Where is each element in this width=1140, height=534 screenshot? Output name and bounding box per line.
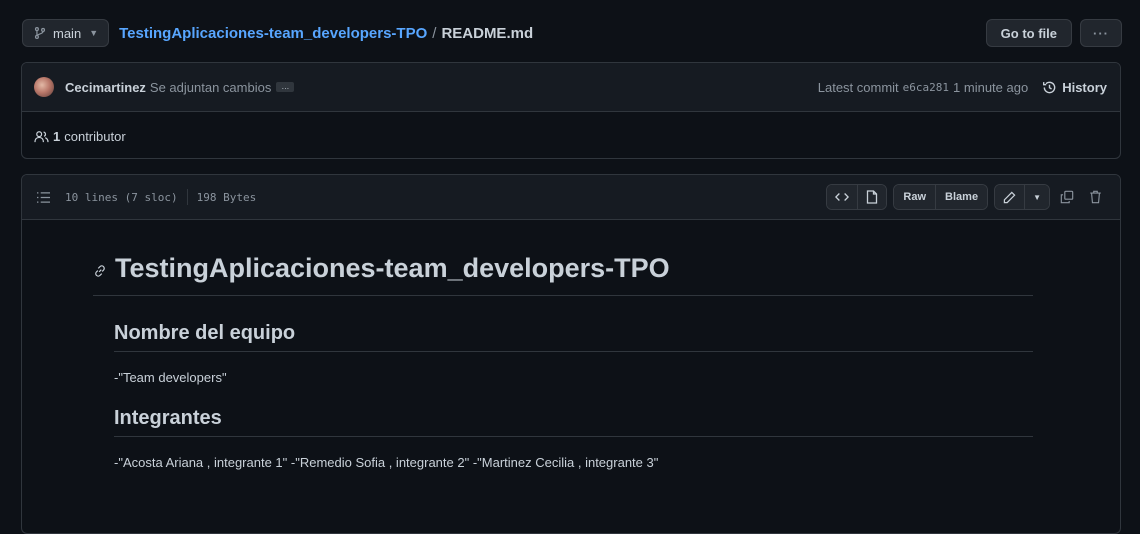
history-icon — [1043, 81, 1056, 93]
history-label: History — [1062, 79, 1107, 95]
expand-commit-message-button[interactable]: … — [276, 82, 295, 92]
chevron-down-icon: ▼ — [89, 28, 99, 38]
view-toggle-group — [826, 184, 888, 210]
breadcrumb: TestingAplicaciones-team_developers-TPO … — [119, 25, 533, 42]
chevron-down-icon: ▼ — [1033, 192, 1041, 202]
file-size: 198 Bytes — [196, 190, 257, 204]
section-text-team-name: -"Team developers" — [114, 370, 227, 385]
copy-button[interactable] — [1056, 185, 1078, 209]
commit-author-link[interactable]: Cecimartinez — [65, 80, 146, 95]
latest-commit-label: Latest commit — [817, 79, 899, 95]
commit-row: Cecimartinez Se adjuntan cambios … Lates… — [22, 63, 1120, 112]
divider — [186, 189, 188, 205]
pencil-icon — [1003, 191, 1016, 203]
section-text-members: -"Acosta Ariana , integrante 1" -"Remedi… — [114, 455, 659, 470]
branch-name: main — [53, 25, 82, 41]
code-view-button[interactable] — [827, 185, 858, 209]
edit-button[interactable] — [995, 185, 1025, 209]
file-actions: Raw Blame ▼ — [826, 184, 1106, 210]
raw-button[interactable]: Raw — [894, 185, 936, 209]
commit-time: 1 minute ago — [953, 79, 1029, 95]
edit-dropdown-button[interactable]: ▼ — [1024, 185, 1049, 209]
blame-button[interactable]: Blame — [935, 185, 988, 209]
raw-blame-group: Raw Blame — [893, 184, 989, 210]
list-outline-icon[interactable] — [36, 191, 51, 204]
trash-icon — [1089, 190, 1101, 204]
file-icon — [867, 190, 878, 204]
latest-commit-box: Cecimartinez Se adjuntan cambios … Lates… — [21, 62, 1121, 159]
edit-group: ▼ — [994, 184, 1050, 210]
contributors-row[interactable]: 1 contributor — [22, 112, 1120, 158]
copy-icon — [1060, 190, 1074, 204]
delete-button[interactable] — [1084, 185, 1106, 209]
avatar[interactable] — [34, 77, 54, 97]
section-heading-members: Integrantes — [114, 405, 1033, 437]
code-icon — [835, 193, 850, 201]
file-lines: 10 lines (7 sloc) — [65, 190, 178, 204]
people-icon — [34, 130, 49, 142]
breadcrumb-file-name: README.md — [441, 24, 534, 42]
commit-message-link[interactable]: Se adjuntan cambios — [150, 80, 271, 95]
section-heading-team-name: Nombre del equipo — [114, 320, 1033, 352]
history-link[interactable]: History — [1042, 80, 1107, 95]
commit-sha-link[interactable]: e6ca281 — [903, 81, 949, 94]
readme-title: TestingAplicaciones-team_developers-TPO — [93, 250, 1033, 296]
go-to-file-button[interactable]: Go to file — [985, 19, 1072, 47]
file-view-page: main ▼ TestingAplicaciones-team_develope… — [0, 0, 1140, 534]
readme-content: TestingAplicaciones-team_developers-TPO … — [93, 250, 1033, 470]
git-branch-icon — [34, 27, 46, 39]
more-options-button[interactable]: ··· — [1080, 19, 1122, 47]
breadcrumb-separator: / — [432, 24, 437, 42]
preview-view-button[interactable] — [857, 185, 887, 209]
contributor-count: 1 — [53, 128, 61, 144]
contributor-label: contributor — [64, 128, 126, 144]
link-icon[interactable] — [93, 264, 107, 278]
breadcrumb-repo-link[interactable]: TestingAplicaciones-team_developers-TPO — [119, 25, 427, 42]
file-info: 10 lines (7 sloc) 198 Bytes — [65, 189, 256, 205]
readme-title-text: TestingAplicaciones-team_developers-TPO — [115, 253, 670, 283]
file-nav-bar: main ▼ TestingAplicaciones-team_develope… — [22, 18, 1122, 48]
branch-selector-button[interactable]: main ▼ — [22, 19, 110, 47]
file-header: 10 lines (7 sloc) 198 Bytes Raw Blame ▼ — [22, 175, 1120, 220]
